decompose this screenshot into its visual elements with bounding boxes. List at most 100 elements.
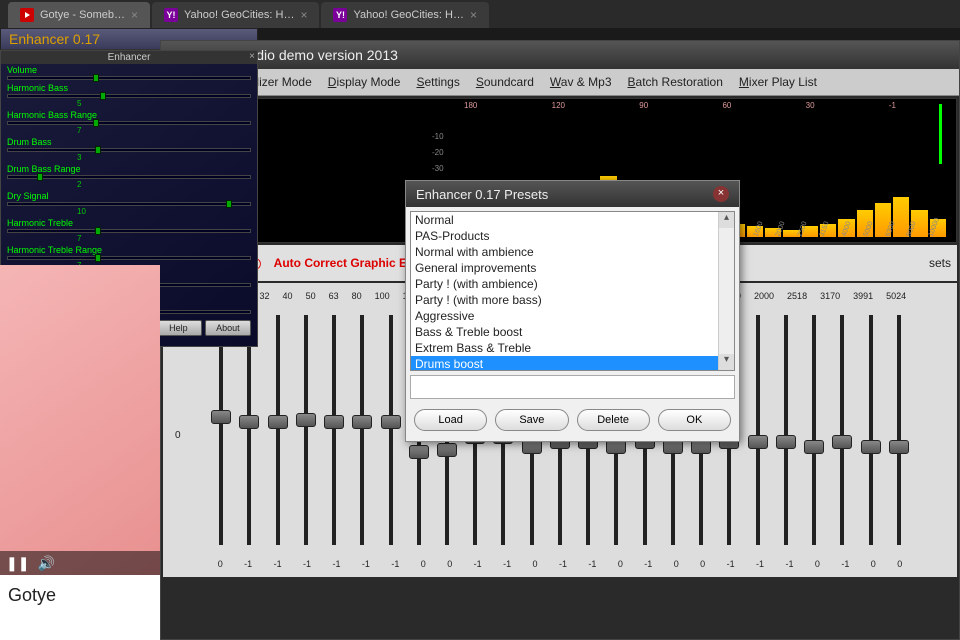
enhancer-title-text: Enhancer 0.17 [9, 31, 100, 47]
eq-slider-2518[interactable] [805, 305, 823, 555]
eq-slider-thumb[interactable] [211, 410, 231, 424]
eq-slider-thumb[interactable] [381, 415, 401, 429]
eq-slider-80[interactable] [382, 305, 400, 555]
tab-close-icon[interactable]: × [131, 8, 138, 22]
browser-tab-bar: Gotye - Someb… × Y! Yahoo! GeoCities: H…… [0, 0, 960, 28]
video-controls: ❚❚ 🔊 [0, 551, 160, 575]
presets-button-row: Load Save Delete OK [406, 403, 739, 441]
preset-item[interactable]: General improvements [411, 260, 734, 276]
tab-label: Gotye - Someb… [40, 9, 125, 21]
scroll-down-icon[interactable]: ▾ [719, 354, 734, 370]
preset-item[interactable]: Bass & Treble boost [411, 324, 734, 340]
enhancer-slider-harmonic-treble: Harmonic Treble7 [1, 217, 257, 244]
enhancer-slider-thumb[interactable] [37, 173, 43, 181]
spectrum-top-freq-labels: 180120906030-1 [464, 101, 896, 110]
load-button[interactable]: Load [414, 409, 487, 431]
enhancer-header[interactable]: Enhancer × [1, 51, 257, 64]
enhancer-slider-dry-signal: Dry Signal10 [1, 190, 257, 217]
enhancer-slider-drum-bass: Drum Bass3 [1, 136, 257, 163]
eq-slider-32[interactable] [269, 305, 287, 555]
tab-label: Yahoo! GeoCities: H… [184, 9, 294, 21]
eq-slider-thumb[interactable] [522, 440, 542, 454]
presets-dialog-title-bar[interactable]: Enhancer 0.17 Presets × [406, 181, 739, 207]
preset-item[interactable]: Extrem Bass & Treble [411, 340, 734, 356]
preset-item[interactable]: Normal with ambience [411, 244, 734, 260]
eq-slider-1589[interactable] [749, 305, 767, 555]
menu-item-settings[interactable]: Settings [410, 73, 465, 91]
eq-slider-thumb[interactable] [352, 415, 372, 429]
tab-label: Yahoo! GeoCities: H… [353, 9, 463, 21]
eq-slider-thumb[interactable] [324, 415, 344, 429]
eq-slider-thumb[interactable] [409, 445, 429, 459]
preset-item[interactable]: Aggressive [411, 308, 734, 324]
enhancer-slider-thumb[interactable] [93, 74, 99, 82]
enhancer-slider-thumb[interactable] [95, 146, 101, 154]
tab-youtube[interactable]: Gotye - Someb… × [8, 2, 150, 28]
eq-slider-thumb[interactable] [437, 443, 457, 457]
enhancer-slider-drum-bass-range: Drum Bass Range2 [1, 163, 257, 190]
video-title[interactable]: Gotye [0, 575, 160, 616]
eq-slider-2000[interactable] [777, 305, 795, 555]
eq-slider-thumb[interactable] [606, 440, 626, 454]
eq-slider-thumb[interactable] [691, 440, 711, 454]
eq-slider-50[interactable] [325, 305, 343, 555]
close-icon[interactable]: × [713, 186, 729, 202]
volume-icon[interactable]: 🔊 [37, 555, 54, 572]
eq-slider-3991[interactable] [862, 305, 880, 555]
delete-button[interactable]: Delete [577, 409, 650, 431]
enhancer-slider-thumb[interactable] [226, 200, 232, 208]
preset-item[interactable]: Normal [411, 212, 734, 228]
pause-icon[interactable]: ❚❚ [6, 555, 29, 572]
menu-item-soundcard[interactable]: Soundcard [470, 73, 540, 91]
enhancer-slider-thumb[interactable] [93, 119, 99, 127]
main-window-title[interactable]: Equalizer Studio demo version 2013 [161, 41, 959, 69]
eq-slider-40[interactable] [297, 305, 315, 555]
yahoo-icon: Y! [333, 8, 347, 22]
eq-slider-thumb[interactable] [296, 413, 316, 427]
eq-slider-63[interactable] [353, 305, 371, 555]
menu-item-mixer-play-list[interactable]: Mixer Play List [733, 73, 823, 91]
auto-correct-label: Auto Correct Graphic E [274, 256, 407, 270]
preset-item[interactable]: PAS-Products [411, 228, 734, 244]
preset-name-input[interactable] [410, 375, 735, 399]
enhancer-slider-harmonic-bass-range: Harmonic Bass Range7 [1, 109, 257, 136]
eq-slider-thumb[interactable] [861, 440, 881, 454]
yahoo-icon: Y! [164, 8, 178, 22]
presets-listbox[interactable]: NormalPAS-ProductsNormal with ambienceGe… [410, 211, 735, 371]
eq-slider-thumb[interactable] [889, 440, 909, 454]
eq-slider-thumb[interactable] [832, 435, 852, 449]
preset-item[interactable]: Party ! (with ambience) [411, 276, 734, 292]
enhancer-about-button[interactable]: About [205, 320, 251, 336]
scrollbar[interactable]: ▴ ▾ [718, 212, 734, 370]
eq-slider-thumb[interactable] [804, 440, 824, 454]
video-thumbnail[interactable]: ❚❚ 🔊 [0, 265, 160, 575]
youtube-icon [20, 8, 34, 22]
save-button[interactable]: Save [495, 409, 568, 431]
eq-slider-3170[interactable] [833, 305, 851, 555]
video-player-sidebar: ❚❚ 🔊 Gotye [0, 265, 160, 640]
menu-item-display-mode[interactable]: Display Mode [322, 73, 407, 91]
enhancer-slider-thumb[interactable] [95, 254, 101, 262]
eq-slider-thumb[interactable] [239, 415, 259, 429]
eq-slider-thumb[interactable] [268, 415, 288, 429]
eq-slider-thumb[interactable] [776, 435, 796, 449]
presets-dialog-title: Enhancer 0.17 Presets [416, 187, 548, 202]
enhancer-close-icon[interactable]: × [249, 51, 255, 62]
eq-slider-thumb[interactable] [748, 435, 768, 449]
tab-close-icon[interactable]: × [300, 8, 307, 22]
eq-slider-5024[interactable] [890, 305, 908, 555]
tab-yahoo-2[interactable]: Y! Yahoo! GeoCities: H… × [321, 2, 488, 28]
enhancer-slider-thumb[interactable] [95, 227, 101, 235]
scroll-up-icon[interactable]: ▴ [719, 212, 734, 228]
eq-slider-thumb[interactable] [663, 440, 683, 454]
tab-yahoo-1[interactable]: Y! Yahoo! GeoCities: H… × [152, 2, 319, 28]
menu-item-wav-mp-[interactable]: Wav & Mp3 [544, 73, 618, 91]
menu-item-batch-restoration[interactable]: Batch Restoration [622, 73, 729, 91]
preset-item[interactable]: Party ! (with more bass) [411, 292, 734, 308]
preset-item[interactable]: Drums boost [411, 356, 734, 371]
enhancer-help-button[interactable]: Help [155, 320, 201, 336]
ok-button[interactable]: OK [658, 409, 731, 431]
presets-panel-label: sets [929, 256, 951, 270]
enhancer-slider-thumb[interactable] [100, 92, 106, 100]
tab-close-icon[interactable]: × [470, 8, 477, 22]
